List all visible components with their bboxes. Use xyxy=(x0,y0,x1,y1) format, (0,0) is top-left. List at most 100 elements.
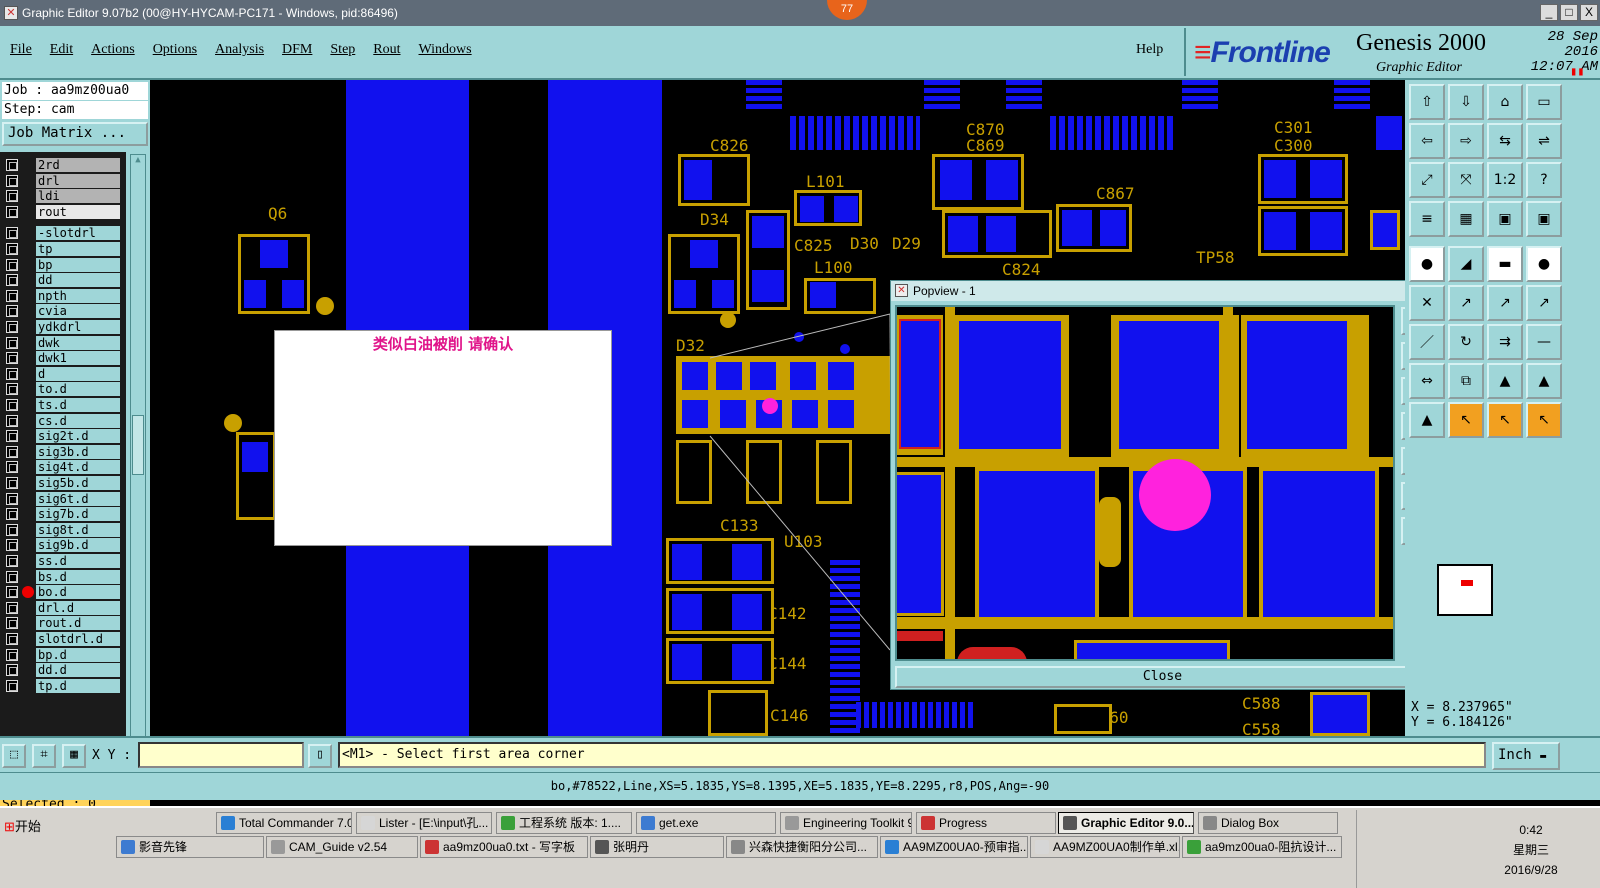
layer-checkbox[interactable] xyxy=(6,461,18,474)
layer-checkbox[interactable] xyxy=(6,570,18,583)
scroll-up-icon[interactable]: ▲ xyxy=(133,155,143,165)
window-icon[interactable]: ▭ xyxy=(1526,84,1562,120)
layer-checkbox[interactable] xyxy=(6,664,18,677)
maximize-button[interactable]: □ xyxy=(1560,4,1578,21)
menu-dfm[interactable]: DFM xyxy=(282,42,312,58)
clock[interactable]: 0:42 星期三 2016/9/28 xyxy=(1501,820,1561,880)
input-mode-icon[interactable]: ▯ xyxy=(308,744,332,768)
layer-checkbox[interactable] xyxy=(6,430,18,443)
layer-row[interactable]: sig9b.d xyxy=(4,538,120,553)
zoom-out-icon[interactable]: ⇩ xyxy=(1448,84,1484,120)
group-icon[interactable]: ⧉ xyxy=(1448,363,1484,399)
layer-checkbox[interactable] xyxy=(6,352,18,365)
layer-row[interactable]: bp xyxy=(4,257,120,272)
xy-input[interactable] xyxy=(138,742,304,768)
layer-checkbox[interactable] xyxy=(6,174,18,187)
layer-checkbox[interactable] xyxy=(6,321,18,333)
layer-checkbox[interactable] xyxy=(6,414,18,427)
taskbar-button[interactable]: aa9mz00ua0-阻抗设计... xyxy=(1182,836,1342,858)
move-icon[interactable]: ↗ xyxy=(1448,285,1484,321)
layer-row[interactable]: sig5b.d xyxy=(4,476,120,490)
layer-checkbox[interactable] xyxy=(6,274,18,287)
layer-checkbox[interactable] xyxy=(6,399,18,411)
copy-icon[interactable]: ↗ xyxy=(1487,285,1523,321)
layer-checkbox[interactable] xyxy=(6,492,18,505)
fit-icon[interactable]: ⤢ xyxy=(1409,162,1445,198)
layer-row[interactable]: ydkdrl xyxy=(4,320,120,334)
pointer-icon[interactable]: ↖ xyxy=(1487,402,1523,438)
menu-options[interactable]: Options xyxy=(153,42,197,58)
pan-swap-icon[interactable]: ⇆ xyxy=(1487,123,1523,159)
layer-row[interactable]: tp xyxy=(4,242,120,256)
layer-checkbox[interactable] xyxy=(6,205,18,218)
layer-checkbox[interactable] xyxy=(6,243,18,255)
popview-window[interactable]: ✕ Popview - 1 × xyxy=(890,280,1435,690)
layer-checkbox[interactable] xyxy=(6,258,18,271)
measure-icon[interactable]: ▬ xyxy=(1487,246,1523,282)
zoom-in-icon[interactable]: ⇧ xyxy=(1409,84,1445,120)
layer-row[interactable]: sig8t.d xyxy=(4,522,120,537)
layer-row[interactable]: ldi xyxy=(4,189,120,204)
help-icon[interactable]: ? xyxy=(1526,162,1562,198)
layer-checkbox[interactable] xyxy=(6,586,18,599)
layer-row[interactable]: bo.d xyxy=(4,585,120,600)
unit-select[interactable]: Inch ▬ xyxy=(1492,742,1560,770)
layer-checkbox[interactable] xyxy=(6,601,18,614)
pointer-icon[interactable]: ↖ xyxy=(1526,402,1562,438)
layer-row[interactable]: rout xyxy=(4,204,120,219)
layer-checkbox[interactable] xyxy=(6,305,18,318)
layer-row[interactable]: ts.d xyxy=(4,398,120,412)
scroll-thumb[interactable] xyxy=(132,415,144,475)
measure-tool-icon[interactable]: ⌗ xyxy=(32,744,56,768)
layer-row[interactable]: drl xyxy=(4,173,120,188)
layer-row[interactable]: sig4t.d xyxy=(4,460,120,475)
grid-icon[interactable]: ▦ xyxy=(1448,201,1484,237)
layer-row[interactable]: to.d xyxy=(4,382,120,397)
layer-row[interactable]: drl.d xyxy=(4,600,120,615)
snap-icon[interactable]: ▣ xyxy=(1487,201,1523,237)
taskbar-button[interactable]: aa9mz00ua0.txt - 写字板 xyxy=(420,836,588,858)
layer-row[interactable]: sig6t.d xyxy=(4,491,120,506)
layer-checkbox[interactable] xyxy=(6,633,18,645)
taskbar-button[interactable]: AA9MZ00UA0-预审指... xyxy=(880,836,1028,858)
layer-checkbox[interactable] xyxy=(6,539,18,552)
text-c-icon[interactable]: ▲ xyxy=(1409,402,1445,438)
layer-checkbox[interactable] xyxy=(6,679,18,692)
rotate-icon[interactable]: ↻ xyxy=(1448,324,1484,360)
layer-row[interactable]: dd.d xyxy=(4,663,120,678)
layer-row[interactable]: slotdrl.d xyxy=(4,632,120,646)
pan-left-icon[interactable]: ⇦ xyxy=(1409,123,1445,159)
layer-row[interactable]: d xyxy=(4,366,120,381)
layer-row[interactable]: sig2t.d xyxy=(4,429,120,444)
taskbar-button[interactable]: 张明丹 xyxy=(590,836,724,858)
taskbar-button[interactable]: CAM_Guide v2.54 xyxy=(266,836,418,858)
menu-step[interactable]: Step xyxy=(330,42,355,58)
resize-icon[interactable]: ↗ xyxy=(1526,285,1562,321)
layer-row[interactable]: cvia xyxy=(4,304,120,319)
sync-icon[interactable]: ⇌ xyxy=(1526,123,1562,159)
layer-row[interactable]: sig3b.d xyxy=(4,444,120,459)
menu-actions[interactable]: Actions xyxy=(91,42,135,58)
layer-checkbox[interactable] xyxy=(6,159,18,171)
layer-checkbox[interactable] xyxy=(6,227,18,240)
layer-row[interactable]: rout.d xyxy=(4,616,120,631)
taskbar-button[interactable]: AA9MZ00UA0制作单.xl... xyxy=(1030,836,1180,858)
layer-scrollbar[interactable]: ▲ ▼ xyxy=(130,154,146,786)
annotation-note[interactable]: 类似白油被削 请确认 xyxy=(274,330,612,546)
layer-checkbox[interactable] xyxy=(6,383,18,396)
notification-badge[interactable]: 77 xyxy=(827,0,867,20)
layer-checkbox[interactable] xyxy=(6,190,18,203)
menu-file[interactable]: File xyxy=(10,42,32,58)
popview-close-button[interactable]: Close xyxy=(895,666,1430,688)
close-window-button[interactable]: X xyxy=(1580,4,1598,21)
layer-checkbox[interactable] xyxy=(6,289,18,302)
draw-line-icon[interactable]: ／ xyxy=(1409,324,1445,360)
menu-windows[interactable]: Windows xyxy=(419,42,472,58)
layer-row[interactable]: npth xyxy=(4,288,120,303)
taskbar-button[interactable]: Dialog Box xyxy=(1198,812,1338,834)
menu-rout[interactable]: Rout xyxy=(373,42,400,58)
hline-icon[interactable]: — xyxy=(1526,324,1562,360)
taskbar-button[interactable]: Total Commander 7.0... xyxy=(216,812,352,834)
layer-row[interactable]: bp.d xyxy=(4,647,120,662)
layer-checkbox[interactable] xyxy=(6,508,18,521)
